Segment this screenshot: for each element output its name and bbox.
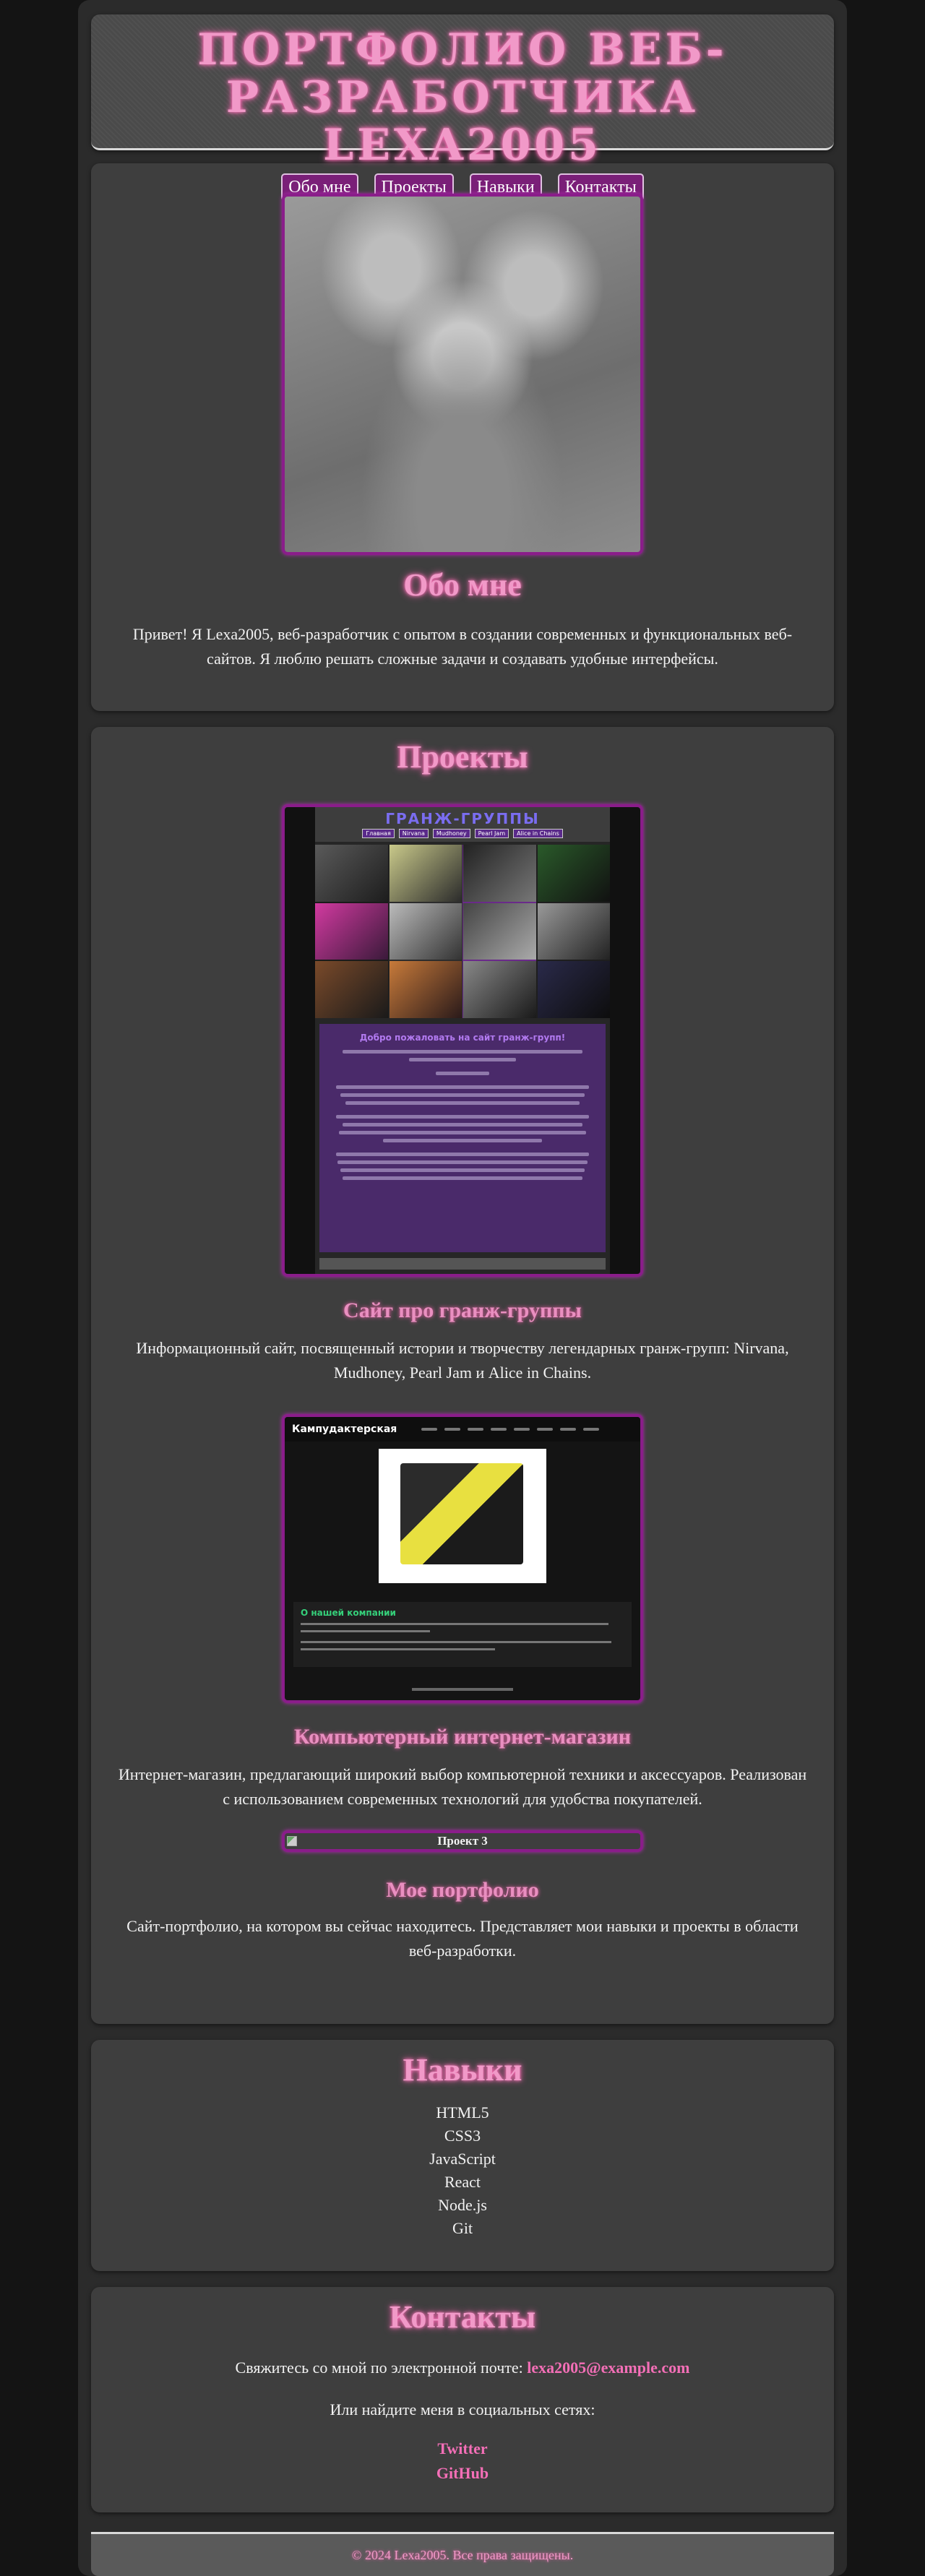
twitter-link[interactable]: Twitter bbox=[437, 2439, 487, 2457]
project-thumbnail-shop[interactable]: Кампудактерская О нашей компании bbox=[282, 1414, 643, 1703]
projects-section: Проекты ГРАНЖ-ГРУППЫ Главная Nirvana Mud… bbox=[91, 727, 834, 2024]
grunge-nav-item: Pearl Jam bbox=[474, 829, 509, 838]
grunge-body: Добро пожаловать на сайт гранж-групп! bbox=[319, 1024, 606, 1252]
project-card: Кампудактерская О нашей компании Компьют… bbox=[91, 1414, 834, 1812]
shop-navbar: Кампудактерская bbox=[285, 1417, 640, 1442]
shop-about-block: О нашей компании bbox=[293, 1602, 632, 1667]
email-link[interactable]: lexa2005@example.com bbox=[527, 2359, 689, 2377]
shop-hero-image bbox=[379, 1449, 546, 1583]
contact-email-prefix: Свяжитесь со мной по электронной почте: bbox=[235, 2359, 528, 2377]
shop-footer bbox=[285, 1681, 640, 1694]
skill-item: JavaScript bbox=[429, 2150, 496, 2168]
about-title: Обо мне bbox=[403, 567, 522, 603]
grunge-nav-item: Alice in Chains bbox=[513, 829, 563, 838]
project-description: Сайт-портфолио, на котором вы сейчас нах… bbox=[126, 1917, 799, 1960]
footer-copyright: © 2024 Lexa2005. Все права защищены. bbox=[351, 2548, 574, 2562]
project-card: ГРАНЖ-ГРУППЫ Главная Nirvana Mudhoney Pe… bbox=[91, 804, 834, 1385]
grunge-photo-collage bbox=[315, 845, 610, 1018]
project-title: Компьютерный интернет-магазин bbox=[293, 1725, 632, 1749]
grunge-site-title: ГРАНЖ-ГРУППЫ bbox=[385, 810, 540, 827]
contact-email-line: Свяжитесь со мной по электронной почте: … bbox=[91, 2356, 834, 2380]
about-section: Обо мне Привет! Я Lexa2005, веб-разработ… bbox=[91, 163, 834, 711]
skill-item: CSS3 bbox=[444, 2127, 481, 2145]
grunge-page: ГРАНЖ-ГРУППЫ Главная Nirvana Mudhoney Pe… bbox=[315, 807, 610, 1274]
project-thumbnail-broken[interactable]: Проект 3 bbox=[282, 1830, 643, 1852]
skills-section: Навыки HTML5 CSS3 JavaScript React Node.… bbox=[91, 2040, 834, 2271]
grunge-header: ГРАНЖ-ГРУППЫ Главная Nirvana Mudhoney Pe… bbox=[315, 807, 610, 842]
skill-item: React bbox=[444, 2173, 481, 2191]
shop-logo: Кампудактерская bbox=[292, 1423, 397, 1435]
skills-list: HTML5 CSS3 JavaScript React Node.js Git bbox=[91, 2101, 834, 2240]
skills-title: Навыки bbox=[403, 2052, 522, 2088]
page-container: ПОРТФОЛИО ВЕБ-РАЗРАБОТЧИКА LEXA2005 Обо … bbox=[78, 0, 847, 2576]
project-title: Сайт про гранж-группы bbox=[343, 1298, 582, 1322]
site-footer: © 2024 Lexa2005. Все права защищены. bbox=[91, 2532, 834, 2576]
site-header: ПОРТФОЛИО ВЕБ-РАЗРАБОТЧИКА LEXA2005 Обо … bbox=[91, 14, 834, 201]
project-description: Информационный сайт, посвященный истории… bbox=[136, 1339, 789, 1382]
project-image-alt: Проект 3 bbox=[437, 1834, 488, 1848]
shop-about-heading: О нашей компании bbox=[301, 1608, 396, 1618]
site-title: ПОРТФОЛИО ВЕБ-РАЗРАБОТЧИКА LEXA2005 bbox=[197, 25, 728, 171]
github-link[interactable]: GitHub bbox=[436, 2464, 489, 2482]
skill-item: HTML5 bbox=[436, 2103, 489, 2121]
contacts-section: Контакты Свяжитесь со мной по электронно… bbox=[91, 2287, 834, 2512]
broken-image-icon bbox=[287, 1836, 297, 1846]
grunge-footer bbox=[319, 1258, 606, 1270]
profile-photo bbox=[282, 194, 643, 555]
project-title: Мое портфолио bbox=[386, 1878, 539, 1902]
project-thumbnail-grunge[interactable]: ГРАНЖ-ГРУППЫ Главная Nirvana Mudhoney Pe… bbox=[282, 804, 643, 1277]
grunge-nav-item: Главная bbox=[362, 829, 395, 838]
grunge-nav-item: Mudhoney bbox=[432, 829, 470, 838]
project-card: Проект 3 Мое портфолио Сайт-портфолио, н… bbox=[91, 1830, 834, 1963]
skill-item: Node.js bbox=[438, 2196, 487, 2214]
computer-case-image bbox=[400, 1463, 523, 1564]
grunge-welcome-heading: Добро пожаловать на сайт гранж-групп! bbox=[359, 1033, 566, 1043]
grunge-nav: Главная Nirvana Mudhoney Pearl Jam Alice… bbox=[315, 829, 610, 838]
project-description: Интернет-магазин, предлагающий широкий в… bbox=[118, 1765, 807, 1808]
skill-item: Git bbox=[452, 2219, 473, 2237]
social-text: Или найдите меня в социальных сетях: bbox=[330, 2400, 595, 2418]
contacts-title: Контакты bbox=[389, 2299, 536, 2335]
about-text: Привет! Я Lexa2005, веб-разработчик с оп… bbox=[132, 625, 793, 668]
grunge-nav-item: Nirvana bbox=[398, 829, 429, 838]
projects-title: Проекты bbox=[397, 739, 528, 775]
